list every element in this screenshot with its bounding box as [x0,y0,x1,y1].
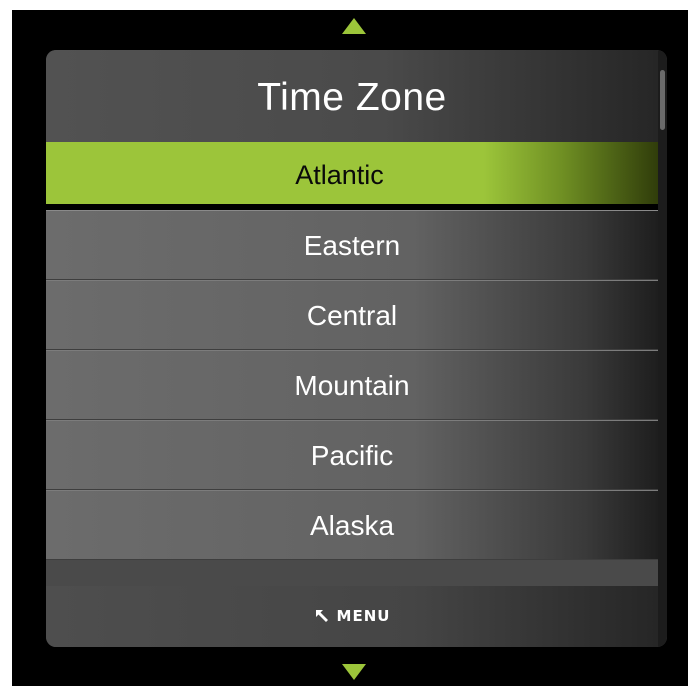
back-arrow-icon [315,610,328,622]
time-zone-panel: Time Zone Atlantic Eastern Central Mount… [46,50,667,647]
list-item-central[interactable]: Central [46,280,658,350]
scroll-down-arrow-icon[interactable] [342,664,366,680]
tv-screen: Time Zone Atlantic Eastern Central Mount… [12,10,688,686]
scrollbar[interactable] [658,50,667,647]
scroll-up-arrow-icon[interactable] [342,18,366,34]
panel-title: Time Zone [257,76,447,119]
time-zone-list: Atlantic Eastern Central Mountain Pacifi… [46,142,667,560]
menu-label: MENU [336,607,391,625]
list-item-mountain[interactable]: Mountain [46,350,658,420]
scrollbar-thumb[interactable] [660,70,665,130]
list-item-alaska[interactable]: Alaska [46,490,658,560]
list-item-eastern[interactable]: Eastern [46,210,658,280]
list-item-pacific[interactable]: Pacific [46,420,658,490]
menu-back-button[interactable]: MENU [302,602,402,630]
list-item-atlantic[interactable]: Atlantic [46,142,667,210]
title-bar: Time Zone [46,50,658,142]
footer-bar: MENU [46,586,658,647]
